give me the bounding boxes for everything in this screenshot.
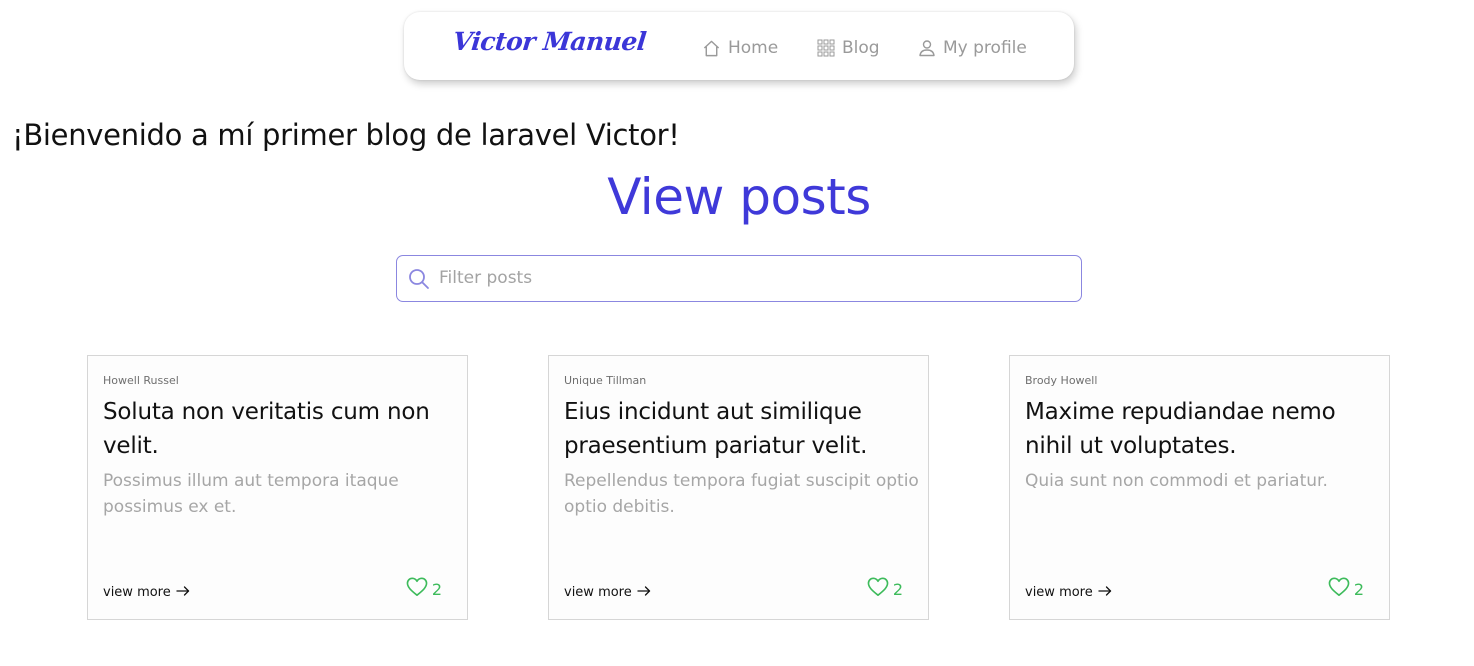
grid-icon [817, 39, 835, 57]
view-more-label: view more [103, 585, 171, 600]
arrow-right-icon [176, 585, 190, 600]
post-card: Unique Tillman Eius incidunt aut similiq… [548, 355, 929, 620]
nav-item-home-label: Home [728, 38, 779, 58]
welcome-message: ¡Bienvenido a mí primer blog de laravel … [12, 118, 680, 152]
view-more-label: view more [564, 585, 632, 600]
top-navbar: Victor Manuel Home Blog My profile [404, 12, 1074, 80]
post-title: Maxime repudiandae nemo nihil ut volupta… [1025, 399, 1336, 459]
post-title: Eius incidunt aut similique praesentium … [564, 399, 868, 459]
nav-item-blog-label: Blog [842, 38, 880, 58]
view-more-label: view more [1025, 585, 1093, 600]
brand-logo[interactable]: Victor Manuel [451, 27, 647, 56]
like-count: 2 [892, 579, 903, 599]
post-author: Unique Tillman [564, 374, 647, 387]
heart-icon [406, 577, 428, 601]
user-icon [918, 39, 936, 57]
post-card: Howell Russel Soluta non veritatis cum n… [87, 355, 468, 620]
post-author: Brody Howell [1025, 374, 1098, 387]
search-icon [408, 268, 430, 294]
like-button[interactable]: 2 [867, 577, 903, 601]
heart-icon [1328, 577, 1350, 601]
heart-icon [867, 577, 889, 601]
like-count: 2 [431, 579, 442, 599]
post-author: Howell Russel [103, 374, 179, 387]
search-box[interactable] [396, 255, 1082, 302]
arrow-right-icon [637, 585, 651, 600]
post-title: Soluta non veritatis cum non velit. [103, 399, 430, 459]
nav-item-home[interactable]: Home [702, 36, 778, 60]
like-button[interactable]: 2 [1328, 577, 1364, 601]
post-card: Brody Howell Maxime repudiandae nemo nih… [1009, 355, 1390, 620]
page-title: View posts [607, 168, 871, 226]
post-excerpt: Quia sunt non commodi et pariatur. [1025, 471, 1328, 491]
post-excerpt: Repellendus tempora fugiat suscipit opti… [564, 471, 919, 517]
page: Victor Manuel Home Blog My profile ¡Bien… [0, 0, 1474, 666]
nav-item-profile-label: My profile [943, 38, 1027, 58]
like-count: 2 [1353, 579, 1364, 599]
post-excerpt: Possimus illum aut tempora itaque possim… [103, 471, 399, 517]
view-more-link[interactable]: view more [103, 585, 190, 600]
view-more-link[interactable]: view more [564, 585, 651, 600]
nav-item-profile[interactable]: My profile [918, 36, 1027, 60]
nav-item-blog[interactable]: Blog [817, 36, 880, 60]
view-more-link[interactable]: view more [1025, 585, 1112, 600]
arrow-right-icon [1098, 585, 1112, 600]
search-input[interactable] [439, 264, 1059, 292]
like-button[interactable]: 2 [406, 577, 442, 601]
home-icon [702, 39, 721, 58]
